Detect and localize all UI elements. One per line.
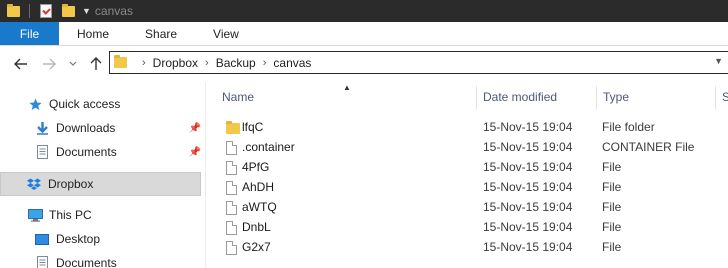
title-bar: ▼ canvas [0,0,728,22]
file-icon [226,141,237,155]
sidebar-item-label: Documents [56,145,117,159]
sidebar-item-label: Quick access [49,97,121,111]
window-title: canvas [94,4,133,18]
chevron-down-icon[interactable] [66,53,80,75]
file-icon [226,201,237,215]
document-icon [34,255,50,268]
pin-icon[interactable]: 📌 [189,147,201,158]
document-icon [34,144,50,160]
arrow-left-icon[interactable] [10,53,32,75]
file-date: 15-Nov-15 19:04 [483,160,573,174]
sidebar-item-label: This PC [49,208,92,222]
file-name: .container [242,140,295,154]
computer-icon [27,207,43,223]
folder-icon[interactable] [5,3,21,19]
sidebar-item-label: Desktop [56,232,101,246]
sidebar-item-label: Dropbox [48,177,94,191]
file-row[interactable]: AhDH 15-Nov-15 19:04 File [222,177,728,197]
file-date: 15-Nov-15 19:04 [483,180,573,194]
new-folder-icon[interactable] [60,3,76,19]
file-type: File [602,200,622,214]
file-row[interactable]: .container 15-Nov-15 19:04 CONTAINER Fil… [222,137,728,157]
dropbox-icon [26,176,42,192]
file-row[interactable]: lfqC 15-Nov-15 19:04 File folder [222,117,728,137]
breadcrumb-backup[interactable]: Backup [216,56,256,70]
file-type: File [602,220,622,234]
file-icon [226,181,237,195]
navigation-bar: › Dropbox › Backup › canvas ▼ [0,46,728,82]
file-name: AhDH [242,180,275,194]
file-row[interactable]: aWTQ 15-Nov-15 19:04 File [222,197,728,217]
file-date: 15-Nov-15 19:04 [483,140,573,154]
chevron-right-icon[interactable]: › [142,57,146,69]
address-bar[interactable]: › Dropbox › Backup › canvas ▼ [109,51,728,74]
ribbon-tabs: File Home Share View [0,22,728,46]
file-row[interactable]: G2x7 15-Nov-15 19:04 File [222,237,728,257]
file-type: CONTAINER File [602,140,695,154]
file-icon [226,221,237,235]
file-date: 15-Nov-15 19:04 [483,220,573,234]
tab-view[interactable]: View [195,22,257,45]
column-header-size[interactable]: S [716,86,728,108]
folder-icon [226,121,240,134]
file-list: ▲ Name Date modified Type S lfqC 15-Nov-… [206,82,728,268]
file-date: 15-Nov-15 19:04 [483,120,573,134]
address-dropdown-icon[interactable]: ▼ [714,56,723,66]
file-date: 15-Nov-15 19:04 [483,200,573,214]
arrow-right-icon[interactable] [38,53,60,75]
file-row[interactable]: 4PfG 15-Nov-15 19:04 File [222,157,728,177]
file-row[interactable]: DnbL 15-Nov-15 19:04 File [222,217,728,237]
arrow-up-icon[interactable] [85,53,107,75]
chevron-right-icon[interactable]: › [205,57,209,69]
file-name: G2x7 [242,240,271,254]
file-name: lfqC [242,120,264,134]
breadcrumb-canvas[interactable]: canvas [273,56,311,70]
tab-home[interactable]: Home [59,22,127,45]
file-icon [226,161,237,175]
sidebar-item-downloads[interactable]: Downloads 📌 [34,116,205,140]
download-icon [34,120,50,136]
breadcrumb-dropbox[interactable]: Dropbox [153,56,198,70]
sidebar-item-label: Documents [56,256,117,268]
column-header-type[interactable]: Type [597,86,715,108]
sidebar-item-documents-pc[interactable]: Documents [34,251,205,268]
sidebar-item-desktop[interactable]: Desktop [34,227,205,251]
file-name: DnbL [242,220,271,234]
folder-icon [114,55,127,68]
file-name: 4PfG [242,160,270,174]
file-type: File [602,240,622,254]
properties-icon[interactable] [38,3,54,19]
sidebar-item-dropbox[interactable]: Dropbox [0,172,201,196]
sidebar-item-quick-access[interactable]: Quick access [27,92,205,116]
file-icon [226,241,237,255]
customize-dropdown-icon[interactable]: ▼ [82,6,91,16]
file-type: File [602,160,622,174]
tab-file[interactable]: File [0,22,59,45]
file-type: File folder [602,120,655,134]
star-icon [27,96,43,112]
column-header-name[interactable]: Name [216,86,476,108]
sidebar-item-label: Downloads [56,121,116,135]
column-header-date[interactable]: Date modified [477,86,596,108]
chevron-right-icon[interactable]: › [263,57,267,69]
sidebar-item-documents[interactable]: Documents 📌 [34,140,205,164]
desktop-icon [34,231,50,247]
pin-icon[interactable]: 📌 [189,123,201,134]
file-type: File [602,180,622,194]
tab-share[interactable]: Share [127,22,195,45]
file-name: aWTQ [242,200,277,214]
sidebar-item-this-pc[interactable]: This PC [27,203,205,227]
toolbar-divider [29,4,30,18]
file-date: 15-Nov-15 19:04 [483,240,573,254]
navigation-pane: Quick access Downloads 📌 Documents 📌 Dro… [0,82,205,268]
